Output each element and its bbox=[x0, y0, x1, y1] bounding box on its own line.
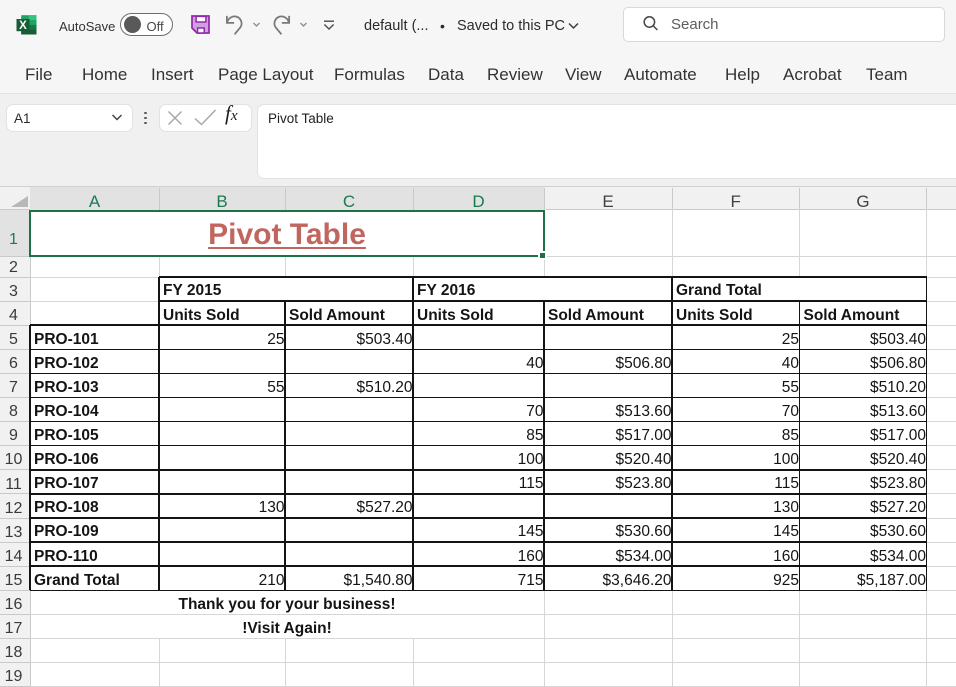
svg-text:X: X bbox=[19, 20, 27, 32]
